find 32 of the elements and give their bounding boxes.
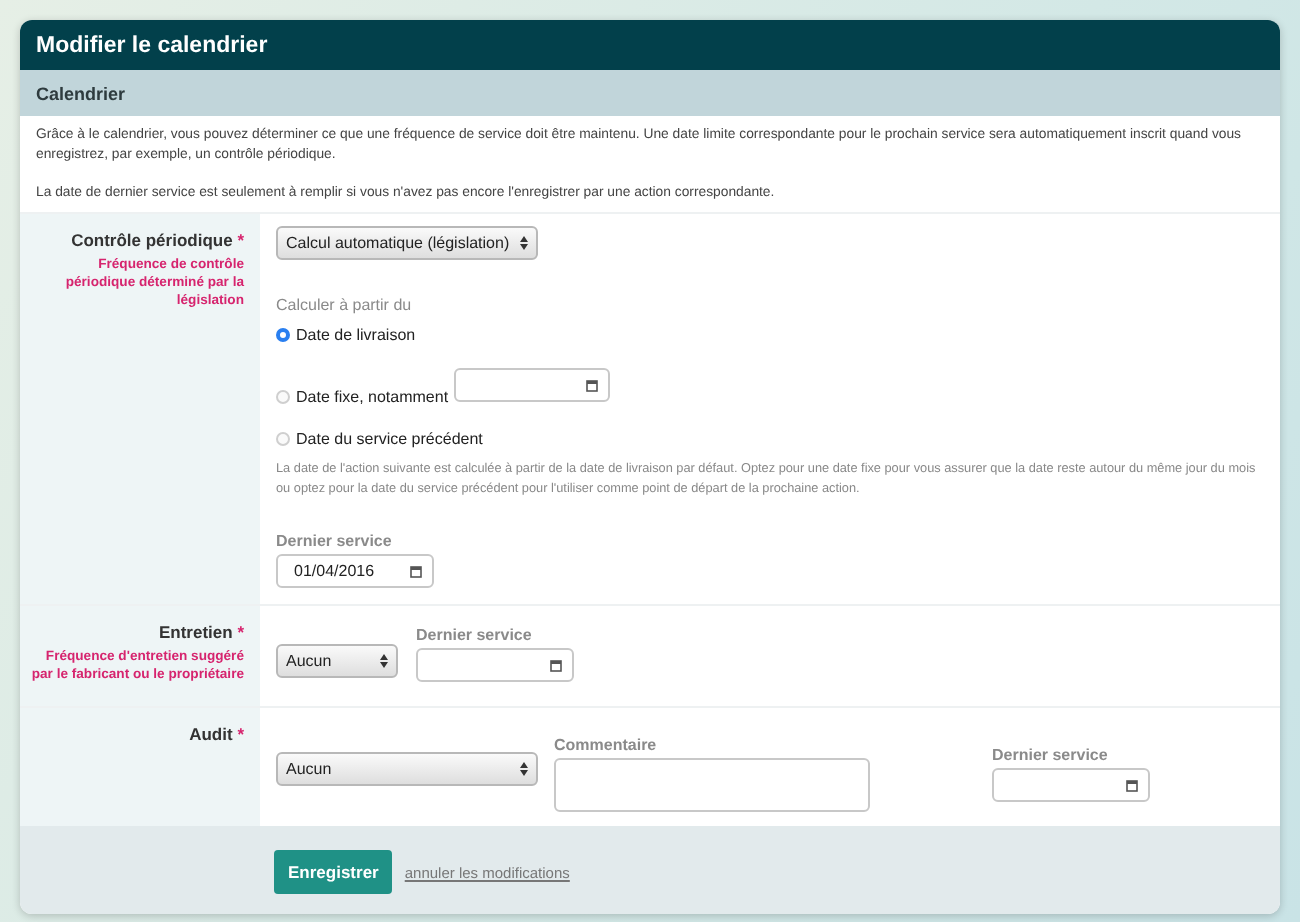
calc-label: Calculer à partir du xyxy=(276,296,414,314)
comment-field[interactable] xyxy=(554,758,870,812)
date-field[interactable] xyxy=(992,768,1150,802)
radio-label[interactable]: Date du service précédent xyxy=(296,430,483,448)
radio-label[interactable]: Date de livraison xyxy=(296,326,416,344)
date-field[interactable]: 01/04/2016 xyxy=(276,554,434,588)
field-label: Dernier service xyxy=(276,532,394,550)
radio-button[interactable] xyxy=(276,328,290,342)
dropdown[interactable]: Calcul automatique (législation) xyxy=(276,226,538,260)
section-title: Calendrier xyxy=(20,70,1280,116)
field-label: Audit * xyxy=(187,724,244,744)
date-field[interactable] xyxy=(454,368,611,402)
calendar-icon xyxy=(586,379,599,391)
calendar-icon xyxy=(1126,779,1138,791)
field-label: Contrôle périodique * xyxy=(69,230,244,250)
dropdown[interactable]: Aucun xyxy=(276,752,538,786)
caret-icon xyxy=(520,236,528,250)
caret-icon xyxy=(520,762,528,776)
calendar-icon xyxy=(550,659,562,671)
window-title: Modifier le calendrier xyxy=(20,20,1280,70)
caret-icon xyxy=(380,654,388,668)
field-label: Dernier service xyxy=(416,626,534,644)
field-label: Dernier service xyxy=(992,746,1110,764)
field-label: Entretien * xyxy=(156,622,244,642)
date-field[interactable] xyxy=(416,648,574,682)
dropdown[interactable]: Aucun xyxy=(276,644,398,678)
save-button[interactable]: Enregistrer xyxy=(274,850,393,894)
calendar-icon xyxy=(410,565,422,577)
field-label: Commentaire xyxy=(554,736,659,754)
radio-button[interactable] xyxy=(276,390,290,404)
radio-label[interactable]: Date fixe, notamment xyxy=(296,388,449,406)
radio-button[interactable] xyxy=(276,432,290,446)
